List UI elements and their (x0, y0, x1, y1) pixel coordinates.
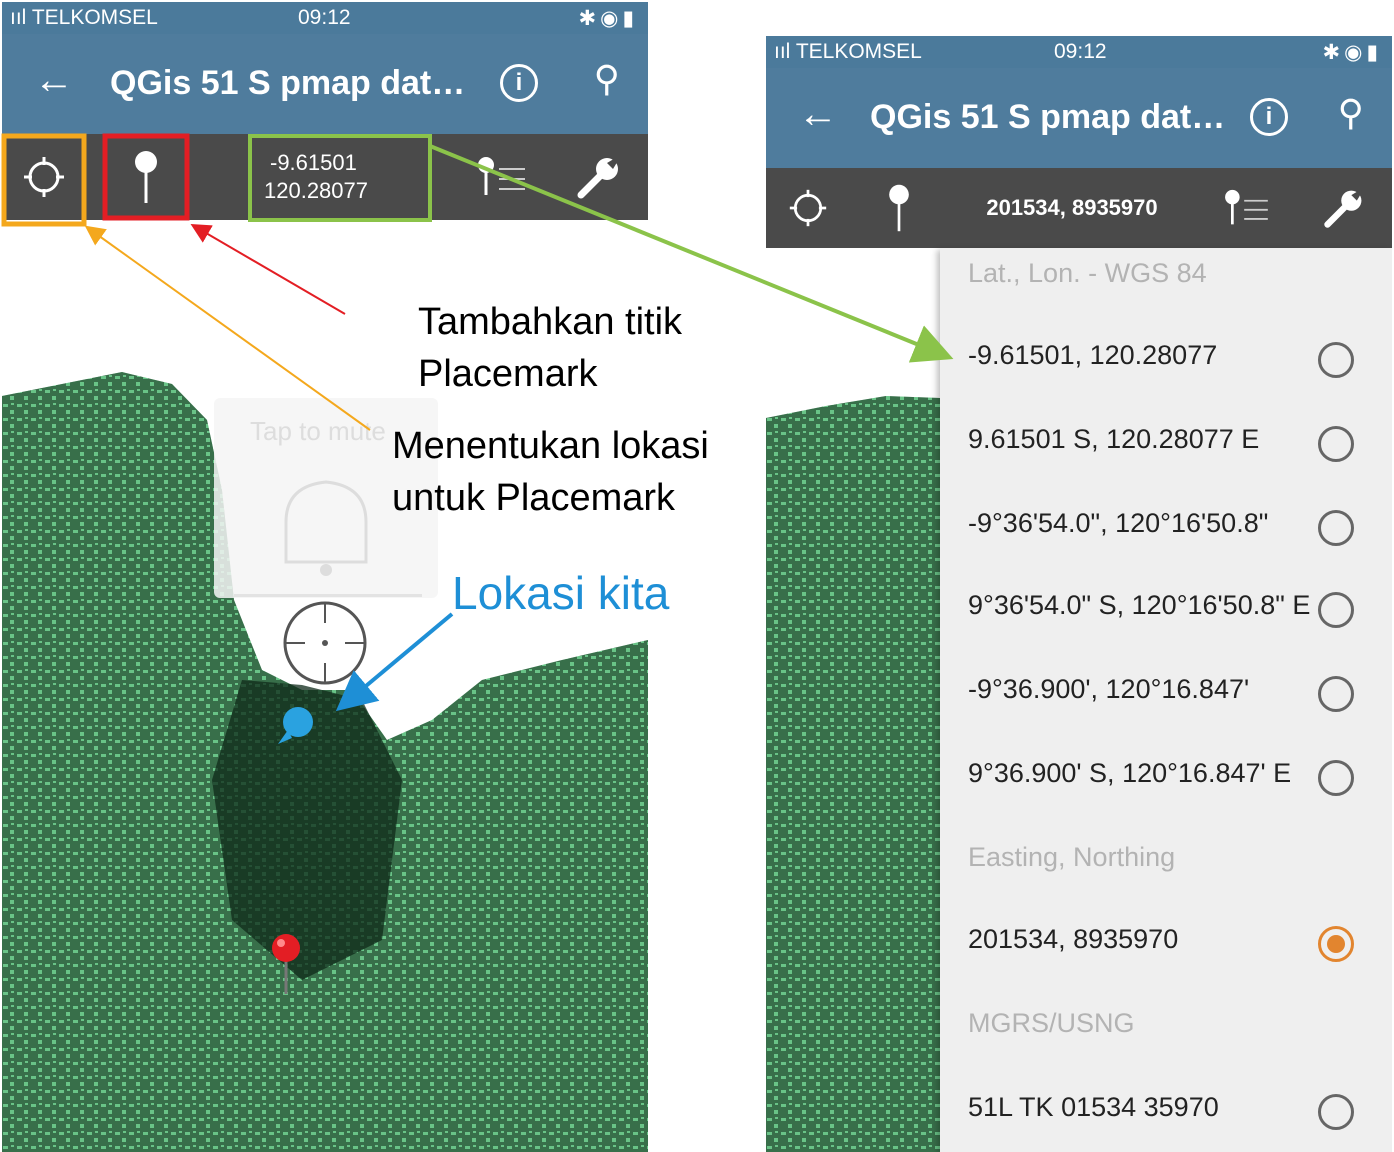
locate-button[interactable] (780, 168, 836, 248)
format-option[interactable]: -9°36'54.0", 120°16'50.8" (940, 498, 1392, 558)
placemark-pin-icon[interactable] (266, 932, 306, 996)
crosshair-icon (24, 157, 64, 197)
signal-icon: ııl (774, 40, 791, 63)
format-option[interactable]: 201534, 8935970 (940, 914, 1392, 974)
bluetooth-icon: ✱ (1322, 41, 1345, 64)
add-placemark-button[interactable] (104, 134, 188, 220)
radio-button[interactable] (1318, 676, 1354, 712)
locate-button[interactable] (2, 134, 86, 220)
format-option[interactable]: 51L TK 01534 35970 (940, 1082, 1392, 1142)
wrench-icon (1324, 189, 1363, 228)
clock: 09:12 (1054, 40, 1107, 63)
status-icons: ✱◉▮ (1323, 40, 1383, 65)
toast-text: Tap to mute (250, 416, 386, 446)
option-label: 201534, 8935970 (968, 924, 1179, 954)
status-bar: ııl TELKOMSEL 09:12 ✱◉▮ (2, 2, 648, 34)
radio-button[interactable] (1318, 510, 1354, 546)
option-label: 9.61501 S, 120.28077 E (968, 424, 1260, 454)
coordinate-format-menu: Lat., Lon. - WGS 84 -9.61501, 120.28077 … (940, 248, 1392, 1152)
pin-list-icon (1225, 189, 1268, 225)
option-label: 51L TK 01534 35970 (968, 1092, 1219, 1122)
menu-header-mgrs: MGRS/USNG (968, 1008, 1135, 1038)
status-icons: ✱◉▮ (579, 6, 639, 31)
option-label: 9°36.900' S, 120°16.847' E (968, 758, 1292, 788)
format-option[interactable]: -9.61501, 120.28077 (940, 330, 1392, 390)
bell-icon (284, 480, 368, 576)
coordinate-display[interactable]: -9.61501 120.28077 (250, 134, 430, 220)
radio-button-selected[interactable] (1318, 926, 1354, 962)
settings-button[interactable] (1314, 168, 1374, 248)
map-toolbar: -9.61501 120.28077 (2, 134, 648, 220)
signal-icon: ııl (10, 6, 27, 29)
coord-longitude: 120.28077 (264, 178, 368, 203)
add-placemark-button[interactable] (876, 168, 922, 248)
info-icon[interactable]: i (500, 64, 538, 102)
eye-icon: ◉ (600, 7, 623, 30)
app-bar: ← QGis 51 S pmap dat… i ⚲ (766, 68, 1392, 168)
option-label: -9.61501, 120.28077 (968, 340, 1218, 370)
radio-button[interactable] (1318, 426, 1354, 462)
eye-icon: ◉ (1344, 41, 1367, 64)
annotation-locate: Menentukan lokasi untuk Placemark (392, 425, 709, 519)
radio-button[interactable] (1318, 760, 1354, 796)
radio-button[interactable] (1318, 342, 1354, 378)
current-location-icon (278, 707, 313, 744)
bluetooth-icon: ✱ (578, 7, 601, 30)
annotation-our-location: Lokasi kita (452, 567, 670, 619)
format-option[interactable]: 9.61501 S, 120.28077 E (940, 414, 1392, 474)
search-icon[interactable]: ⚲ (594, 58, 620, 100)
battery-icon: ▮ (622, 7, 638, 30)
menu-header-easting: Easting, Northing (968, 842, 1176, 872)
coord-latitude: -9.61501 (270, 150, 357, 175)
menu-header-latlon: Lat., Lon. - WGS 84 (968, 258, 1207, 288)
map-crosshair-icon (283, 601, 367, 685)
carrier-label: ııl TELKOMSEL (10, 6, 158, 29)
app-title: QGis 51 S pmap dat… (110, 64, 466, 102)
pin-list-icon (478, 157, 525, 195)
format-option[interactable]: 9°36'54.0" S, 120°16'50.8" E (940, 580, 1392, 640)
app-bar: ← QGis 51 S pmap dat… i ⚲ (2, 34, 648, 134)
crosshair-icon (789, 189, 827, 227)
status-bar: ııl TELKOMSEL 09:12 ✱◉▮ (766, 36, 1392, 68)
info-icon[interactable]: i (1250, 98, 1288, 136)
wrench-icon (577, 157, 619, 199)
radio-button[interactable] (1318, 592, 1354, 628)
clock: 09:12 (298, 6, 351, 29)
format-option[interactable]: -9°36.900', 120°16.847' (940, 664, 1392, 724)
app-title: QGis 51 S pmap dat… (870, 98, 1226, 136)
radio-button[interactable] (1318, 1094, 1354, 1130)
search-icon[interactable]: ⚲ (1338, 92, 1364, 134)
back-arrow-icon[interactable]: ← (34, 58, 74, 103)
option-label: -9°36.900', 120°16.847' (968, 674, 1250, 704)
coordinate-display[interactable]: 201534, 8935970 (962, 168, 1182, 248)
carrier-label: ııl TELKOMSEL (774, 40, 922, 63)
battery-icon: ▮ (1366, 41, 1382, 64)
placemark-list-button[interactable] (1216, 168, 1276, 248)
pin-icon (135, 151, 157, 203)
back-arrow-icon[interactable]: ← (798, 92, 838, 137)
format-option[interactable]: 9°36.900' S, 120°16.847' E (940, 748, 1392, 808)
annotation-add-placemark: Tambahkan titik Placemark (418, 301, 683, 395)
pin-icon (889, 184, 909, 232)
placemark-list-button[interactable] (466, 134, 536, 220)
settings-button[interactable] (564, 134, 634, 220)
coord-text: 201534, 8935970 (986, 195, 1158, 220)
right-phone-screen: ııl TELKOMSEL 09:12 ✱◉▮ ← QGis 51 S pmap… (766, 36, 1392, 1152)
option-label: 9°36'54.0" S, 120°16'50.8" E (968, 590, 1311, 620)
map-toolbar: 201534, 8935970 (766, 168, 1392, 248)
option-label: -9°36'54.0", 120°16'50.8" (968, 508, 1269, 538)
